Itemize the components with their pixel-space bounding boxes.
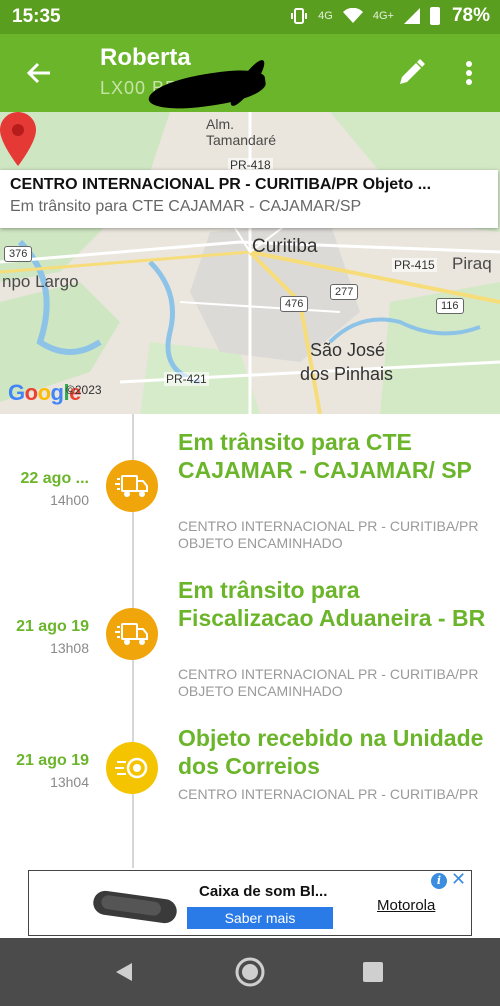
truck-icon xyxy=(115,475,148,497)
tracking-timeline[interactable]: 22 ago ... 14h00 Em trânsito para CTE CA… xyxy=(0,414,500,868)
page-title: Roberta xyxy=(100,44,191,71)
road-shield-277: 277 xyxy=(330,284,359,300)
ad-brand-link[interactable]: Motorola xyxy=(377,897,435,914)
back-arrow-icon xyxy=(26,62,50,84)
event-description: CENTRO INTERNACIONAL PR - CURITIBA/PR OB… xyxy=(178,518,479,551)
map-label-pr421: PR-421 xyxy=(164,372,209,386)
nav-recents-icon xyxy=(363,962,383,982)
system-nav-bar xyxy=(0,938,500,1006)
app-bar: Roberta LX00 BR xyxy=(0,34,500,115)
event-time: 13h08 xyxy=(50,640,89,656)
network2-label: 4G+ xyxy=(372,10,394,22)
ad-info-icon[interactable]: i xyxy=(431,873,447,889)
map-label-alm: Alm. xyxy=(206,116,234,132)
back-button[interactable] xyxy=(22,56,56,90)
network-label: 4G xyxy=(318,10,333,22)
nav-back-button[interactable] xyxy=(106,954,142,990)
map-view[interactable]: Alm. Tamandaré PR-418 Curitiba npo Largo… xyxy=(0,112,500,414)
map-label-curitiba: Curitiba xyxy=(252,236,318,257)
map-label-pira: Piraq xyxy=(452,254,492,273)
event-description: CENTRO INTERNACIONAL PR - CURITIBA/PR OB… xyxy=(178,666,479,699)
event-title: Em trânsito para CTE CAJAMAR - CAJAMAR/ … xyxy=(178,429,472,483)
received-icon xyxy=(115,757,148,779)
event-description: CENTRO INTERNACIONAL PR - CURITIBA/PR xyxy=(178,786,479,802)
map-label-dos-pinhais: dos Pinhais xyxy=(300,364,394,384)
event-status-icon xyxy=(106,742,158,794)
road-shield-376: 376 xyxy=(4,246,33,262)
event-time: 13h04 xyxy=(50,774,89,790)
road-shield-476: 476 xyxy=(280,296,309,312)
status-bar: 15:35 4G 4G+ 78% xyxy=(0,0,500,34)
info-window-subtitle: Em trânsito para CTE CAJAMAR - CAJAMAR/S… xyxy=(10,198,362,215)
road-shield-116: 116 xyxy=(436,298,464,314)
ad-title: Caixa de som Bl... xyxy=(199,883,328,900)
more-vertical-icon xyxy=(466,61,472,85)
status-time: 15:35 xyxy=(12,6,61,27)
event-status-icon xyxy=(106,608,158,660)
map-label-campo-largo: npo Largo xyxy=(2,272,79,291)
edit-button[interactable] xyxy=(394,56,428,90)
event-date: 21 ago 19 xyxy=(16,752,89,769)
map-label-tamandare: Tamandaré xyxy=(206,132,277,148)
nav-home-button[interactable] xyxy=(232,954,268,990)
location-pin-icon[interactable] xyxy=(0,112,36,166)
nav-recents-button[interactable] xyxy=(355,954,391,990)
map-info-window[interactable]: CENTRO INTERNACIONAL PR - CURITIBA/PR Ob… xyxy=(0,170,498,228)
event-date: 22 ago ... xyxy=(20,470,89,487)
info-window-title: CENTRO INTERNACIONAL PR - CURITIBA/PR Ob… xyxy=(10,176,432,193)
signal-icon xyxy=(403,8,420,24)
map-label-pr415: PR-415 xyxy=(392,258,437,272)
pencil-icon xyxy=(400,59,425,84)
more-options-button[interactable] xyxy=(456,56,482,90)
status-icons: 4G 4G+ 78% xyxy=(290,5,490,27)
event-time: 14h00 xyxy=(50,492,89,508)
event-status-icon xyxy=(106,460,158,512)
vibrate-icon xyxy=(291,8,308,24)
nav-back-icon xyxy=(116,963,132,981)
battery-percent: 78% xyxy=(451,5,490,26)
event-title: Em trânsito para Fiscalizacao Aduaneira … xyxy=(178,577,486,631)
ad-banner[interactable]: Caixa de som Bl... Saber mais Motorola i… xyxy=(0,868,500,938)
truck-icon xyxy=(115,623,148,645)
ad-close-icon[interactable]: ✕ xyxy=(451,869,466,890)
ad-box[interactable]: Caixa de som Bl... Saber mais Motorola i… xyxy=(28,869,472,936)
event-date: 21 ago 19 xyxy=(16,618,89,635)
speaker-product-image xyxy=(93,890,177,924)
nav-home-icon xyxy=(235,957,265,987)
map-copyright: ©2023 xyxy=(66,383,102,397)
battery-icon xyxy=(429,7,440,25)
map-label-sao-jose: São José xyxy=(310,340,386,360)
wifi-icon xyxy=(342,8,363,23)
event-title: Objeto recebido na Unidade dos Correios xyxy=(178,725,484,779)
ad-learn-more-button[interactable]: Saber mais xyxy=(187,907,333,929)
